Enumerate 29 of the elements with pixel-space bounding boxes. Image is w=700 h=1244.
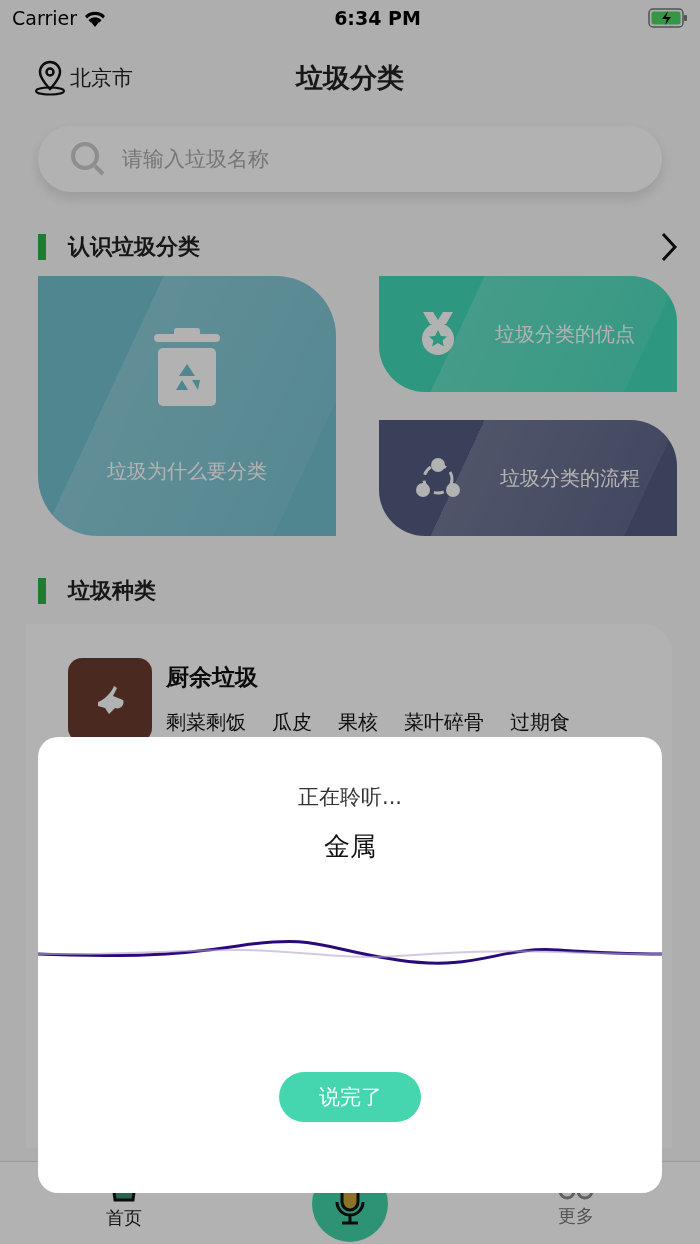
listening-status: 正在聆听... [298,784,402,811]
page-title: 垃圾分类 [296,61,404,95]
category-name: 厨余垃圾 [166,663,259,692]
battery-icon [648,8,688,28]
accent-bar [38,234,46,260]
card-title: 垃圾为什么要分类 [107,457,267,485]
recycle-bin-icon [154,327,220,408]
search-icon [70,141,106,177]
chevron-right-icon[interactable] [660,232,678,262]
wifi-icon [83,9,107,27]
cycle-icon [416,458,460,498]
example-item: 果核 [338,709,378,736]
search-field[interactable]: 请输入垃圾名称 [38,126,662,192]
card-title: 垃圾分类的流程 [500,464,640,492]
status-time: 6:34 PM [334,7,421,29]
section-title: 垃圾种类 [68,577,156,605]
example-item: 瓜皮 [272,709,312,736]
carrier-name: Carrier [12,7,77,29]
example-item: 剩菜剩饭 [166,709,246,736]
example-item: 过期食 [510,709,570,736]
recognized-text: 金属 [324,830,376,863]
card-title: 垃圾分类的优点 [495,320,635,348]
example-item: 菜叶碎骨 [404,709,484,736]
city-label[interactable]: 北京市 [70,64,133,92]
medal-icon [421,312,455,356]
section-title: 认识垃圾分类 [68,233,200,261]
topic-card[interactable]: 垃圾分类的流程 [379,420,677,536]
accent-bar [38,578,46,604]
location-pin-icon [34,60,66,96]
